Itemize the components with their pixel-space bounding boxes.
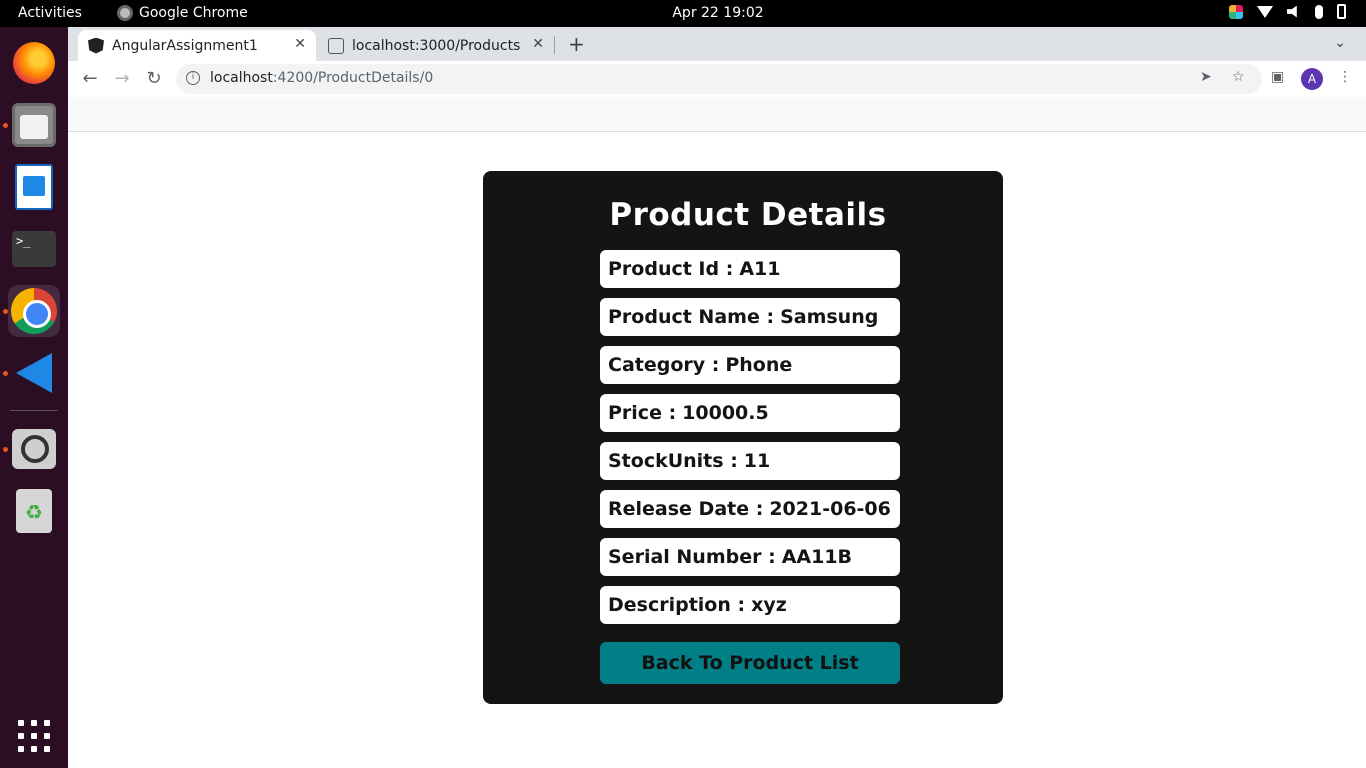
chevron-down-icon[interactable]: ⌄ [1334,35,1346,51]
send-icon[interactable]: ➤ [1200,69,1212,85]
dock-writer[interactable] [8,161,60,213]
address-bar[interactable]: i localhost:4200/ProductDetails/0 [176,64,1262,94]
kebab-menu-icon[interactable]: ⋮ [1338,69,1352,85]
bookmark-bar [68,97,1366,132]
field-release-date: Release Date :2021-06-06 [600,490,900,528]
back-to-product-list-button[interactable]: Back To Product List [600,642,900,684]
page-icon [328,37,344,54]
field-category: Category : Phone [600,346,900,384]
trash-icon: ♻ [16,489,52,533]
dock-terminal[interactable]: >_ [8,223,60,275]
page-title: Product Details [609,197,887,233]
activities-button[interactable]: Activities [18,5,82,21]
chrome-icon [11,288,57,334]
dock-trash[interactable]: ♻ [8,485,60,537]
angular-icon [88,37,104,54]
browser-window: AngularAssignment1 ✕ localhost:3000/Prod… [68,27,1366,768]
wifi-icon[interactable] [1257,5,1273,18]
reload-icon[interactable]: ↻ [142,67,166,91]
field-stock-units: StockUnits :11 [600,442,900,480]
tab-products[interactable]: localhost:3000/Products ✕ [318,30,554,61]
terminal-icon: >_ [12,231,56,267]
firefox-icon [13,42,55,84]
page-content: Product Details Product Id : A11 Product … [68,132,1366,768]
field-serial-number: Serial Number : AA11B [600,538,900,576]
field-description: Description : xyz [600,586,900,624]
browser-toolbar: ← → ↻ i localhost:4200/ProductDetails/0 … [68,61,1366,97]
dock: >_ ♻ [0,27,68,768]
microphone-icon[interactable] [1315,4,1323,19]
tab-title: localhost:3000/Products [352,37,521,54]
show-applications-icon[interactable] [18,720,50,752]
tab-angular-assignment[interactable]: AngularAssignment1 ✕ [78,30,316,61]
side-panel-icon[interactable]: ▣ [1271,69,1284,85]
dock-firefox[interactable] [8,37,60,89]
files-icon [12,103,56,147]
vscode-icon [16,353,52,393]
chrome-icon [117,5,133,21]
dock-chrome[interactable] [8,285,60,337]
url-text[interactable]: localhost:4200/ProductDetails/0 [210,70,433,86]
field-price: Price :10000.5 [600,394,900,432]
profile-avatar[interactable]: A [1301,68,1323,90]
dock-files[interactable] [8,99,60,151]
system-top-bar: Activities Google Chrome Apr 22 19:02 [0,0,1366,27]
forward-arrow-icon[interactable]: → [110,67,134,91]
tab-separator [554,36,555,54]
volume-icon[interactable] [1287,5,1297,18]
product-details-card: Product Details Product Id : A11 Product … [483,171,1003,704]
battery-icon[interactable] [1337,4,1346,19]
field-product-name: Product Name : Samsung [600,298,900,336]
close-icon[interactable]: ✕ [294,36,306,52]
dock-image-viewer[interactable] [8,423,60,475]
tab-title: AngularAssignment1 [112,37,258,54]
system-tray[interactable] [1229,4,1346,19]
dock-separator [10,410,58,411]
field-product-id: Product Id : A11 [600,250,900,288]
app-menu-label: Google Chrome [139,5,248,21]
slack-icon[interactable] [1229,4,1243,19]
tab-strip: AngularAssignment1 ✕ localhost:3000/Prod… [68,27,1366,61]
writer-icon [15,164,53,210]
new-tab-icon[interactable]: + [568,32,585,56]
info-icon[interactable]: i [186,71,200,85]
close-icon[interactable]: ✕ [532,36,544,52]
back-arrow-icon[interactable]: ← [78,67,102,91]
magnifier-icon [12,429,56,469]
dock-vscode[interactable] [8,347,60,399]
star-icon[interactable]: ☆ [1232,69,1245,85]
app-menu[interactable]: Google Chrome [117,5,248,21]
